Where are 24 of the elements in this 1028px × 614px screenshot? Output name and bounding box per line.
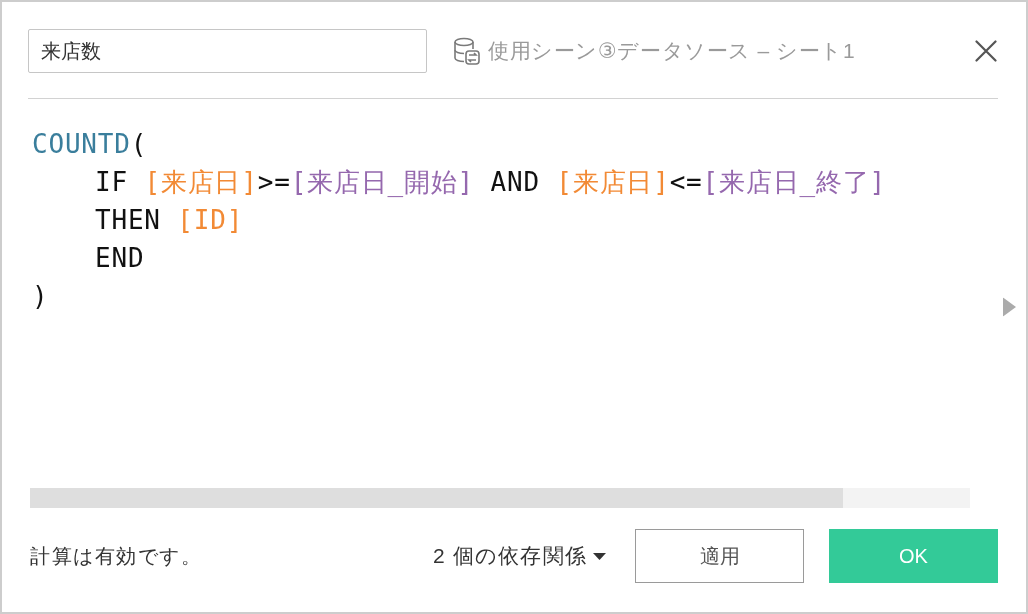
name-field[interactable]: 来店数 xyxy=(28,29,427,73)
close-icon xyxy=(975,40,997,62)
dependencies-dropdown[interactable]: 2 個の依存関係 xyxy=(432,542,606,570)
field-reference: [来店日] xyxy=(144,167,258,197)
data-source-label: 使用シーン③データソース – シート1 xyxy=(488,38,856,64)
function-name: COUNTD xyxy=(32,129,131,159)
parenthesis: ) xyxy=(32,281,49,311)
field-reference: [来店日] xyxy=(556,167,670,197)
database-sync-icon xyxy=(452,36,482,66)
close-button[interactable] xyxy=(975,40,997,62)
operator: >= xyxy=(257,167,291,197)
caret-right-icon[interactable] xyxy=(1003,297,1016,317)
parameter-reference: [来店日_終了] xyxy=(702,167,886,197)
keyword: AND xyxy=(490,167,540,197)
operator: <= xyxy=(669,167,703,197)
field-reference: [ID] xyxy=(177,205,244,235)
apply-button[interactable]: 適用 xyxy=(635,529,804,583)
keyword: THEN xyxy=(95,205,161,235)
parenthesis: ( xyxy=(130,129,148,159)
keyword: IF xyxy=(95,167,128,197)
caret-down-icon xyxy=(593,552,606,560)
keyword: END xyxy=(95,243,145,273)
status-message: 計算は有効です。 xyxy=(30,543,203,569)
parameter-reference: [来店日_開始] xyxy=(290,167,474,197)
